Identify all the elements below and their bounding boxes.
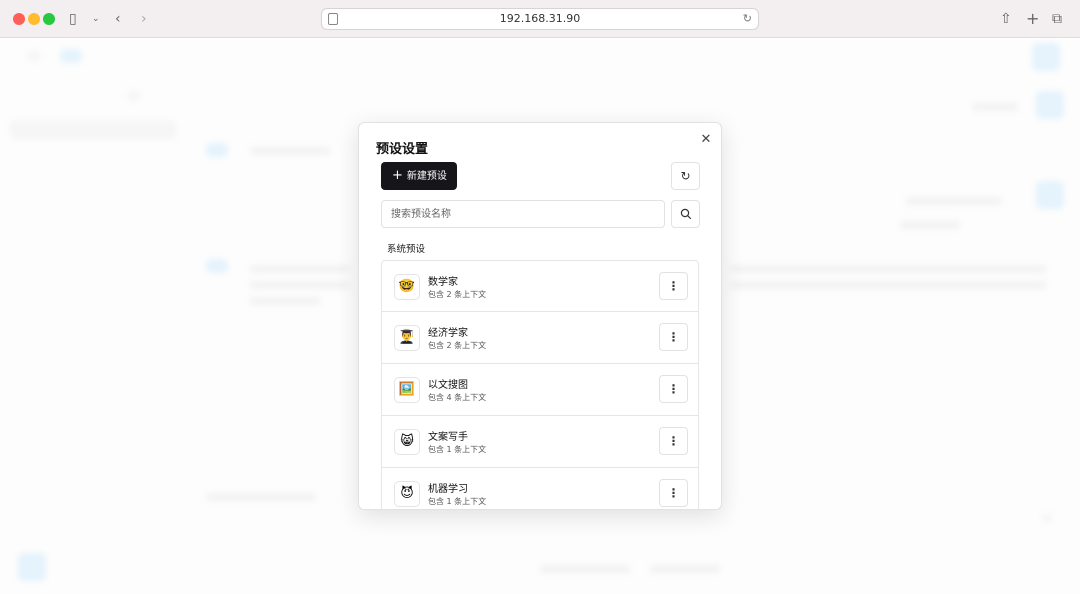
more-options-button[interactable]: ⋮	[659, 427, 688, 455]
forward-icon[interactable]: ›	[141, 10, 147, 28]
minimize-window-button[interactable]	[28, 13, 40, 25]
more-vertical-icon: ⋮	[667, 382, 680, 396]
plus-icon: +	[392, 168, 403, 183]
more-options-button[interactable]: ⋮	[659, 375, 688, 403]
back-icon[interactable]: ‹	[115, 10, 121, 28]
search-button[interactable]	[671, 200, 700, 228]
preset-context-count: 包含 2 条上下文	[428, 341, 487, 350]
list-item[interactable]: 🤓 数学家 包含 2 条上下文 ⋮	[381, 260, 699, 312]
tab-overview-icon[interactable]: ⧉	[1052, 10, 1062, 28]
preset-name: 经济学家	[428, 328, 468, 339]
preset-name: 数学家	[428, 277, 458, 288]
address-url: 192.168.31.90	[499, 12, 581, 25]
address-bar[interactable]: 192.168.31.90 ↻	[321, 8, 759, 30]
search-input[interactable]	[381, 200, 665, 228]
search-icon	[680, 208, 691, 220]
preset-avatar: 🖼️	[394, 377, 420, 403]
preset-avatar: 😸	[394, 429, 420, 455]
preset-context-count: 包含 4 条上下文	[428, 393, 487, 402]
new-preset-button[interactable]: + 新建预设	[381, 162, 457, 190]
preset-avatar: 👨‍🎓	[394, 325, 420, 351]
browser-toolbar: ▯ ⌄ ‹ › 192.168.31.90 ↻ ⇧ + ⧉	[0, 0, 1080, 38]
more-options-button[interactable]: ⋮	[659, 479, 688, 507]
refresh-button[interactable]: ↻	[671, 162, 700, 190]
preset-name: 机器学习	[428, 484, 468, 495]
list-item[interactable]: 🖼️ 以文搜图 包含 4 条上下文 ⋮	[381, 364, 699, 416]
list-item[interactable]: 👨‍🎓 经济学家 包含 2 条上下文 ⋮	[381, 312, 699, 364]
preset-name: 文案写手	[428, 432, 468, 443]
new-tab-icon[interactable]: +	[1026, 10, 1039, 28]
preset-context-count: 包含 2 条上下文	[428, 290, 487, 299]
more-options-button[interactable]: ⋮	[659, 323, 688, 351]
close-icon[interactable]: ✕	[698, 132, 714, 148]
new-preset-label: 新建预设	[406, 171, 447, 182]
reload-icon[interactable]: ↻	[743, 11, 752, 27]
preset-context-count: 包含 1 条上下文	[428, 497, 487, 506]
section-label-system-presets: 系统预设	[387, 244, 426, 255]
preset-context-count: 包含 1 条上下文	[428, 445, 487, 454]
preset-list: 🤓 数学家 包含 2 条上下文 ⋮ 👨‍🎓 经济学家 包含 2 条上下文 ⋮ 🖼…	[381, 260, 699, 509]
more-vertical-icon: ⋮	[667, 434, 680, 448]
more-vertical-icon: ⋮	[667, 330, 680, 344]
more-options-button[interactable]: ⋮	[659, 272, 688, 300]
zoom-window-button[interactable]	[43, 13, 55, 25]
preset-avatar: 😈	[394, 481, 420, 507]
list-item[interactable]: 😸 文案写手 包含 1 条上下文 ⋮	[381, 416, 699, 468]
more-vertical-icon: ⋮	[667, 486, 680, 500]
close-window-button[interactable]	[13, 13, 25, 25]
modal-title: 预设设置	[376, 142, 429, 157]
preset-avatar: 🤓	[394, 274, 420, 300]
refresh-icon: ↻	[680, 169, 691, 183]
sidebar-toggle-icon[interactable]: ▯	[69, 10, 77, 28]
share-icon[interactable]: ⇧	[1000, 10, 1012, 28]
preset-name: 以文搜图	[428, 380, 468, 391]
list-item[interactable]: 😈 机器学习 包含 1 条上下文 ⋮	[381, 468, 699, 509]
more-vertical-icon: ⋮	[667, 279, 680, 293]
chevron-down-icon[interactable]: ⌄	[92, 10, 100, 28]
preset-settings-modal: 预设设置 ✕ +新建预设 ↻ 系统预设 🤓 数学家 包含 2 条上下文 ⋮ 👨‍…	[358, 122, 722, 510]
